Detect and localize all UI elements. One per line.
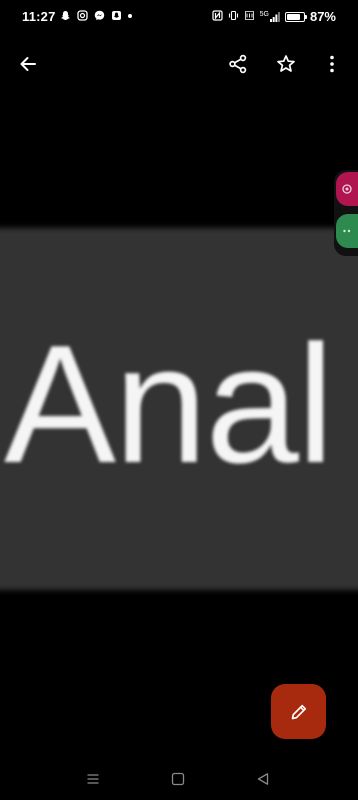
signal-label: 5G (259, 11, 269, 18)
status-time: 11:27 (22, 9, 56, 24)
signal-icon: 5G (260, 11, 280, 22)
navigation-bar (0, 752, 358, 800)
menu-lines-icon (87, 774, 99, 784)
system-icons: 5G 87% (212, 9, 336, 24)
status-bar: 11:27 5G 87% (0, 0, 358, 34)
triangle-back-icon (257, 773, 269, 785)
chat-bubble-2[interactable] (336, 214, 358, 248)
chat-head-icon (343, 229, 351, 233)
nfc-icon (212, 9, 223, 24)
battery-percent: 87% (309, 9, 336, 24)
battery-icon (284, 11, 307, 22)
vibrate-icon (228, 10, 239, 24)
volte-icon (244, 10, 255, 24)
chat-bubble-1[interactable] (336, 172, 358, 206)
notification-icons (60, 10, 132, 21)
dot-icon (128, 13, 132, 18)
recents-button[interactable] (82, 768, 104, 790)
instagram-icon (77, 10, 88, 21)
image-text: Anal (4, 310, 334, 498)
snapchat-icon (60, 10, 71, 21)
photo-viewer-screen: 11:27 5G 87% Anal (0, 0, 358, 800)
snapchat-icon (111, 10, 122, 21)
more-options-button[interactable] (316, 48, 348, 80)
favorite-button[interactable] (270, 48, 302, 80)
share-button[interactable] (222, 48, 254, 80)
pencil-icon (291, 704, 306, 719)
square-icon (171, 772, 185, 786)
chat-head-icon (342, 184, 352, 194)
edit-button[interactable] (271, 684, 326, 739)
battery-level (286, 13, 300, 20)
share-icon (229, 54, 247, 74)
messenger-icon (94, 10, 105, 21)
home-button[interactable] (167, 768, 189, 790)
more-vertical-icon (330, 55, 334, 73)
arrow-left-icon (20, 57, 36, 71)
nav-back-button[interactable] (252, 768, 274, 790)
star-outline-icon (277, 55, 295, 72)
back-button[interactable] (12, 48, 44, 80)
photo-image[interactable]: Anal (0, 220, 358, 600)
